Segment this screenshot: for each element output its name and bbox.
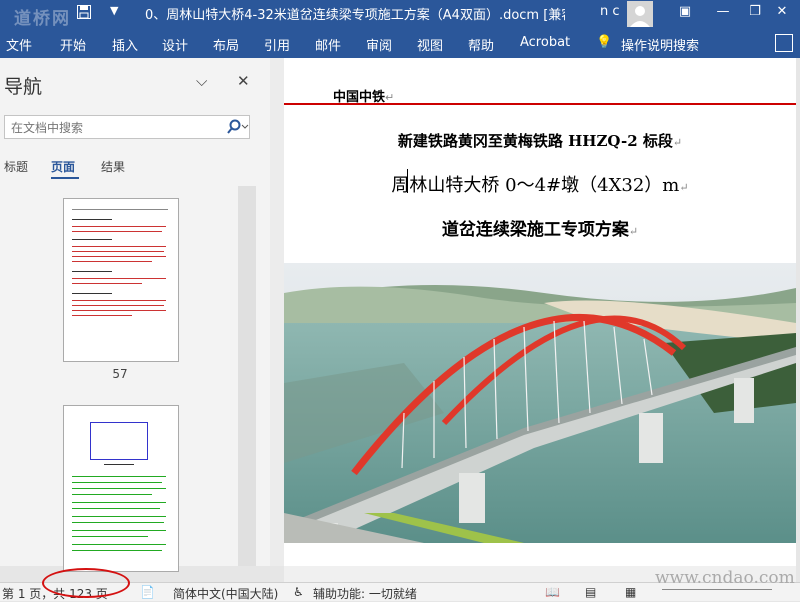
avatar[interactable] [627,1,653,27]
tell-me-search[interactable]: 操作说明搜索 [621,35,699,54]
page-thumbnail[interactable] [63,405,179,572]
watermark-logo: 道桥网 [14,9,71,29]
tab-pages[interactable]: 页面 [51,158,75,175]
save-icon[interactable] [77,5,91,19]
zoom-slider[interactable] [662,589,772,590]
diagram-thumbnail [90,422,148,460]
print-layout-icon[interactable]: ▤ [585,585,596,599]
vertical-ruler [270,58,285,566]
lightbulb-icon[interactable]: 💡 [596,35,612,50]
ribbon-tabs: 文件 开始 插入 设计 布局 引用 邮件 审阅 视图 帮助 Acrobat 💡 … [0,30,800,58]
tab-home[interactable]: 开始 [60,35,86,54]
web-layout-icon[interactable]: ▦ [625,585,636,599]
nav-scrollbar[interactable] [238,186,256,566]
user-name[interactable]: n c [600,4,620,19]
tab-headings[interactable]: 标题 [4,158,28,175]
tab-help[interactable]: 帮助 [468,35,494,54]
restore-icon[interactable]: ❐ [745,4,765,19]
ribbon-display-options-icon[interactable]: ▣ [675,4,695,19]
tab-design[interactable]: 设计 [162,35,188,54]
avatar-person-icon [630,6,650,27]
header-rule [284,103,796,105]
search-icon[interactable] [225,118,249,136]
title-line-2: 周林山特大桥 0～4#墩（4X32）m↵ [391,175,689,196]
document-page[interactable]: 中国中铁↵ 新建铁路黄冈至黄梅铁路 HHZQ-2 标段↵ 周林山特大桥 0～4#… [284,58,796,566]
search-box[interactable] [4,115,250,139]
read-mode-icon[interactable]: 📖 [545,585,560,599]
tab-results[interactable]: 结果 [101,158,125,175]
accessibility-status[interactable]: 辅助功能: 一切就绪 [313,585,417,602]
active-tab-underline [51,177,79,179]
tab-review[interactable]: 审阅 [366,35,392,54]
share-icon[interactable] [775,34,793,52]
tab-acrobat[interactable]: Acrobat [520,35,570,50]
tab-mailings[interactable]: 邮件 [315,35,341,54]
tab-insert[interactable]: 插入 [112,35,138,54]
title-line-1: 新建铁路黄冈至黄梅铁路 HHZQ-2 标段↵ [397,132,683,150]
language-status[interactable]: 简体中文(中国大陆) [173,585,278,602]
close-icon[interactable]: ✕ [772,4,792,19]
tab-references[interactable]: 引用 [264,35,290,54]
footer-watermark: www.cndao.com [655,568,795,588]
annotation-circle [42,568,130,598]
close-pane-icon[interactable]: ✕ [237,72,250,90]
document-title: 0、周林山特大桥4-32米道岔连续梁专项施工方案（A4双面）.docm [兼容模… [145,8,565,23]
tab-layout[interactable]: 布局 [213,35,239,54]
tab-view[interactable]: 视图 [417,35,443,54]
navigation-title: 导航 [4,76,43,98]
chevron-down-icon[interactable]: ⌵ [196,72,207,90]
title-line-3: 道岔连续梁施工专项方案↵ [441,220,639,240]
bridge-rendering-image [284,263,796,543]
proofing-icon[interactable]: 📄 [140,585,155,599]
accessibility-icon[interactable]: ♿ [293,585,304,599]
minimize-icon[interactable]: — [713,4,733,19]
page-number: 57 [112,367,128,381]
navigation-pane: 导航 ⌵ ✕ 标题 页面 结果 57 [0,58,270,572]
search-input[interactable] [9,117,218,139]
quick-access-dropdown-icon[interactable]: ▼ [110,4,118,17]
page-thumbnail[interactable] [63,198,179,362]
title-bar: 道桥网 ▼ 0、周林山特大桥4-32米道岔连续梁专项施工方案（A4双面）.doc… [0,0,800,30]
tab-file[interactable]: 文件 [6,35,32,54]
